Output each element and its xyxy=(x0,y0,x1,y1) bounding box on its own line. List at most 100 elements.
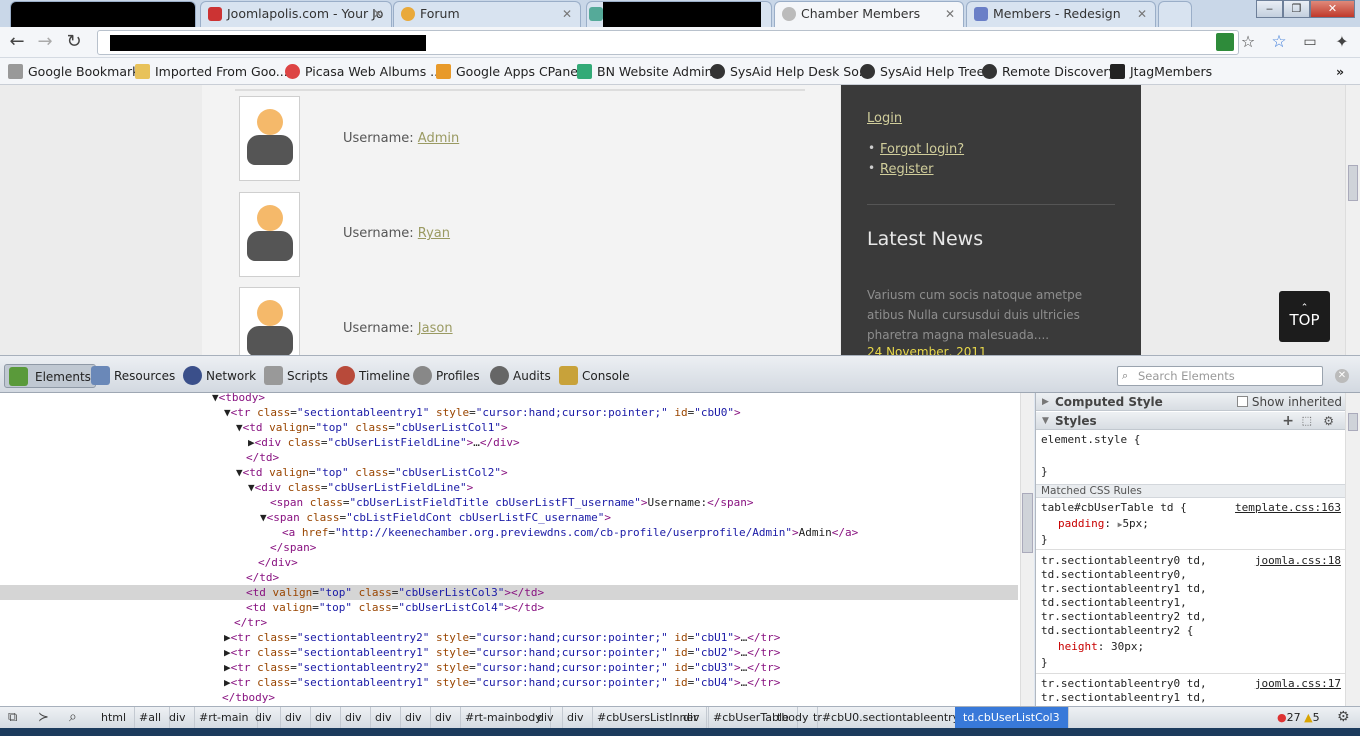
maximize-icon[interactable]: ❐ xyxy=(1283,0,1310,18)
dom-node[interactable]: ▶<tr class="sectiontableentry1" style="c… xyxy=(0,675,1018,690)
tab-network[interactable]: Network xyxy=(183,364,256,388)
minimize-icon[interactable]: ‒ xyxy=(1256,0,1283,18)
bookmark-sysaid-tree[interactable]: SysAid Help Tree xyxy=(860,62,984,81)
close-icon[interactable]: ✕ xyxy=(1137,2,1147,26)
bookmark-google-apps[interactable]: Google Apps CPanel xyxy=(436,62,581,81)
dom-node[interactable]: </span> xyxy=(0,540,1018,555)
avatar[interactable] xyxy=(239,287,300,355)
css-selector[interactable]: tr.sectiontableentry0 td, xyxy=(1041,554,1207,568)
wrench-icon[interactable]: ✦ xyxy=(1331,31,1353,53)
bookmark-star-icon[interactable]: ☆ xyxy=(1268,31,1290,53)
dom-node[interactable]: ▼<tr class="sectiontableentry1" style="c… xyxy=(0,405,1018,420)
search-elements-input[interactable]: Search Elements xyxy=(1117,366,1323,386)
reload-icon[interactable]: ↻ xyxy=(63,31,85,53)
tab-chamber-members[interactable]: Chamber Members ✕ xyxy=(774,1,964,27)
breadcrumb-item[interactable]: div xyxy=(397,707,431,728)
tab-members-redesign[interactable]: Members - Redesign ✕ xyxy=(966,1,1156,27)
css-property[interactable]: height: 30px; xyxy=(1058,640,1144,654)
styles-header[interactable]: ▼ Styles + ⬚ ⚙ xyxy=(1036,412,1345,430)
close-icon[interactable]: ✕ xyxy=(373,2,383,26)
dom-node[interactable]: </td> xyxy=(0,570,1018,585)
error-count[interactable]: ●27 ▲5 xyxy=(1277,711,1320,724)
tab-redacted-1[interactable] xyxy=(10,1,196,27)
star-icon[interactable]: ☆ xyxy=(1237,31,1259,53)
inspect-icon[interactable]: ⌕ xyxy=(69,709,77,725)
forgot-login-link[interactable]: Forgot login? xyxy=(880,142,964,157)
css-property[interactable]: padding: ▶5px; xyxy=(1058,517,1149,532)
bookmark-sysaid-desk[interactable]: SysAid Help Desk So... xyxy=(710,62,871,81)
dom-node[interactable]: ▶<tr class="sectiontableentry2" style="c… xyxy=(0,660,1018,675)
gear-icon[interactable]: ⚙ xyxy=(1323,412,1334,430)
close-icon[interactable]: ✕ xyxy=(1335,369,1349,383)
element-style-rule[interactable]: element.style { xyxy=(1041,433,1140,447)
element-state-icon[interactable]: ⬚ xyxy=(1302,412,1312,430)
address-bar[interactable] xyxy=(97,30,1239,55)
dom-node[interactable]: ▶<tr class="sectiontableentry2" style="c… xyxy=(0,630,1018,645)
close-icon[interactable]: ✕ xyxy=(562,2,572,26)
bookmark-jtag[interactable]: JtagMembers xyxy=(1110,62,1212,81)
show-inherited-toggle[interactable]: Show inherited xyxy=(1237,393,1342,411)
dom-node[interactable]: ▼<td valign="top" class="cbUserListCol1"… xyxy=(0,420,1018,435)
breadcrumb-item[interactable]: tr#cbU0.sectiontableentry1 xyxy=(805,707,976,728)
scroll-thumb[interactable] xyxy=(1022,493,1033,553)
forward-icon[interactable]: → xyxy=(34,31,56,53)
avatar[interactable] xyxy=(239,96,300,181)
dom-node[interactable]: ▼<div class="cbUserListFieldLine"> xyxy=(0,480,1018,495)
dom-node[interactable]: </td> xyxy=(0,450,1018,465)
tab-elements[interactable]: Elements xyxy=(4,364,96,388)
page-menu-icon[interactable]: ▭ xyxy=(1299,31,1321,53)
breadcrumb-item[interactable]: div xyxy=(337,707,371,728)
breadcrumb-item[interactable]: div xyxy=(559,707,593,728)
bookmark-picasa[interactable]: Picasa Web Albums ... xyxy=(285,62,442,81)
dom-tree[interactable]: ▼<tbody> ▼<tr class="sectiontableentry1"… xyxy=(0,393,1020,706)
register-link[interactable]: Register xyxy=(880,162,934,177)
gear-icon[interactable]: ⚙ xyxy=(1337,709,1350,725)
extension-icon[interactable] xyxy=(1216,33,1234,51)
tab-resources[interactable]: Resources xyxy=(91,364,175,388)
tab-profiles[interactable]: Profiles xyxy=(413,364,480,388)
bookmark-google[interactable]: Google Bookmark xyxy=(8,62,139,81)
console-toggle-icon[interactable]: ≻ xyxy=(38,710,49,725)
breadcrumb-item[interactable]: div xyxy=(367,707,401,728)
dom-node[interactable]: ▼<tbody> xyxy=(0,393,1018,405)
tab-console[interactable]: Console xyxy=(559,364,630,388)
back-icon[interactable]: ← xyxy=(6,31,28,53)
avatar[interactable] xyxy=(239,192,300,277)
tab-joomlapolis[interactable]: Joomlapolis.com - Your Jo ✕ xyxy=(200,1,392,27)
dock-icon[interactable]: ⧉ xyxy=(8,710,17,725)
close-icon[interactable]: ✕ xyxy=(945,2,955,26)
page-scrollbar[interactable] xyxy=(1345,85,1360,355)
bookmark-remote[interactable]: Remote Discovery xyxy=(982,62,1116,81)
breadcrumb-item[interactable]: div xyxy=(427,707,461,728)
tab-scripts[interactable]: Scripts xyxy=(264,364,328,388)
breadcrumb-item[interactable]: div xyxy=(307,707,341,728)
dom-node[interactable]: ▶<tr class="sectiontableentry1" style="c… xyxy=(0,645,1018,660)
stylesheet-link[interactable]: joomla.css:18 xyxy=(1255,554,1341,567)
username-link[interactable]: Ryan xyxy=(418,226,450,241)
breadcrumb-item[interactable]: div xyxy=(277,707,311,728)
dom-node[interactable]: <a href="http://keenechamber.org.preview… xyxy=(0,525,1018,540)
breadcrumb-item[interactable]: td.cbUserListCol3 xyxy=(955,707,1069,728)
dom-node[interactable]: ▼<td valign="top" class="cbUserListCol2"… xyxy=(0,465,1018,480)
username-link[interactable]: Admin xyxy=(418,131,459,146)
dom-tree-scrollbar[interactable] xyxy=(1020,393,1034,706)
close-window-icon[interactable]: ✕ xyxy=(1310,0,1355,18)
bookmark-imported[interactable]: Imported From Goo... xyxy=(135,62,288,81)
dom-node[interactable]: </div> xyxy=(0,555,1018,570)
breadcrumb-item[interactable]: div xyxy=(161,707,195,728)
add-rule-icon[interactable]: + xyxy=(1282,412,1294,430)
breadcrumb-item[interactable]: html xyxy=(93,707,136,728)
styles-scrollbar[interactable] xyxy=(1345,393,1360,706)
stylesheet-link[interactable]: joomla.css:17 xyxy=(1255,677,1341,690)
dom-node[interactable]: <span class="cbUserListFieldTitle cbUser… xyxy=(0,495,1018,510)
login-link[interactable]: Login xyxy=(867,111,902,126)
breadcrumb-item[interactable]: div xyxy=(247,707,281,728)
tab-timeline[interactable]: Timeline xyxy=(336,364,410,388)
css-selector[interactable]: tr.sectiontableentry0 td, xyxy=(1041,677,1207,691)
css-selector[interactable]: table#cbUserTable td { xyxy=(1041,501,1187,515)
computed-style-header[interactable]: ▶ Computed Style Show inherited xyxy=(1036,393,1345,411)
new-tab-button[interactable] xyxy=(1158,1,1192,27)
breadcrumb-item[interactable]: div xyxy=(529,707,563,728)
scroll-thumb[interactable] xyxy=(1348,165,1358,201)
stylesheet-link[interactable]: template.css:163 xyxy=(1235,501,1341,514)
